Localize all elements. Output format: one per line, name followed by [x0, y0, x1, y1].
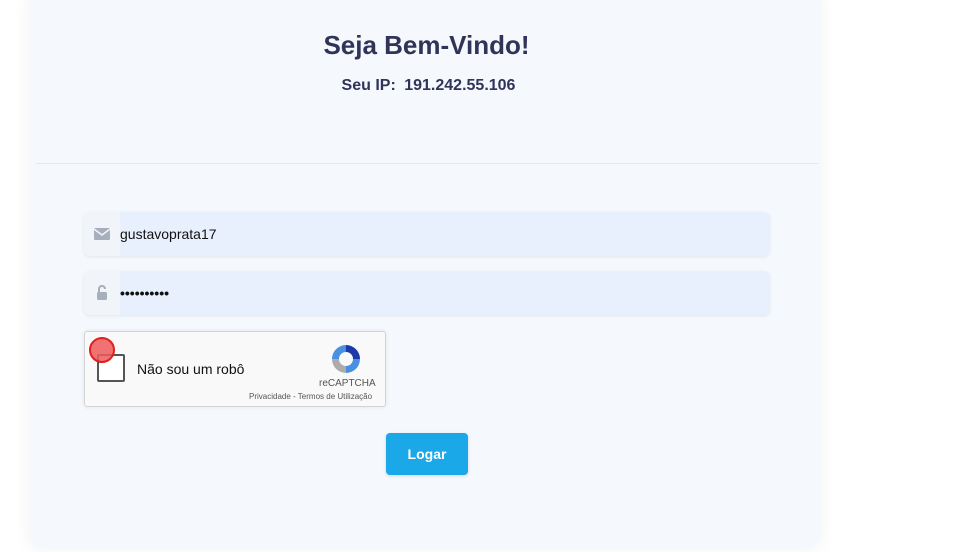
- envelope-icon: [84, 212, 120, 256]
- login-button[interactable]: Logar: [386, 433, 468, 475]
- password-input[interactable]: ••••••••••: [120, 271, 770, 315]
- ip-label: Seu IP:: [341, 77, 396, 94]
- recaptcha-brand: reCAPTCHA: [319, 378, 376, 389]
- username-input[interactable]: gustavoprata17: [120, 212, 770, 256]
- recaptcha-widget: Não sou um robô reCAPTCHA Privacidade - …: [84, 331, 386, 407]
- divider: [36, 163, 818, 164]
- recaptcha-logo-icon: [332, 345, 360, 373]
- terms-link[interactable]: Termos de Utilização: [298, 392, 372, 401]
- ip-info: Seu IP: 191.242.55.106: [0, 77, 853, 95]
- click-indicator: [89, 337, 115, 363]
- password-field[interactable]: ••••••••••: [84, 271, 770, 315]
- recaptcha-label: Não sou um robô: [137, 361, 245, 377]
- lock-icon: [84, 271, 120, 315]
- page-title: Seja Bem-Vindo!: [323, 30, 530, 60]
- privacy-link[interactable]: Privacidade: [249, 392, 291, 401]
- username-field[interactable]: gustavoprata17: [84, 212, 770, 256]
- recaptcha-links: Privacidade - Termos de Utilização: [249, 392, 372, 401]
- ip-value: 191.242.55.106: [404, 77, 516, 94]
- links-separator: -: [293, 392, 296, 401]
